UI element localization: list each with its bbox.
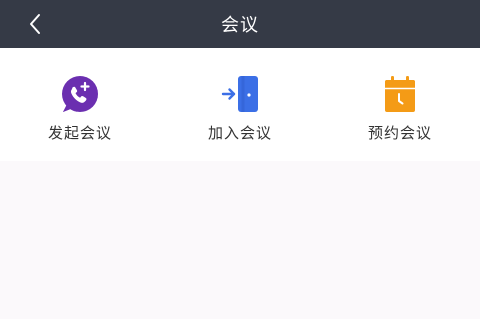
meeting-actions-panel: 发起会议 加入会议 预约会议 bbox=[0, 48, 480, 161]
back-button[interactable] bbox=[18, 0, 52, 48]
calendar-icon bbox=[380, 74, 420, 114]
phone-plus-icon bbox=[60, 74, 100, 114]
join-meeting-button[interactable]: 加入会议 bbox=[160, 48, 320, 161]
chevron-left-icon bbox=[30, 14, 40, 34]
page-title: 会议 bbox=[221, 15, 259, 36]
empty-content-area bbox=[0, 161, 480, 319]
schedule-meeting-label: 预约会议 bbox=[367, 124, 432, 142]
join-meeting-label: 加入会议 bbox=[207, 124, 272, 142]
start-meeting-label: 发起会议 bbox=[47, 124, 112, 142]
door-enter-icon bbox=[220, 74, 260, 114]
schedule-meeting-button[interactable]: 预约会议 bbox=[320, 48, 480, 161]
start-meeting-button[interactable]: 发起会议 bbox=[0, 48, 160, 161]
top-navigation-bar: 会议 bbox=[0, 0, 480, 48]
